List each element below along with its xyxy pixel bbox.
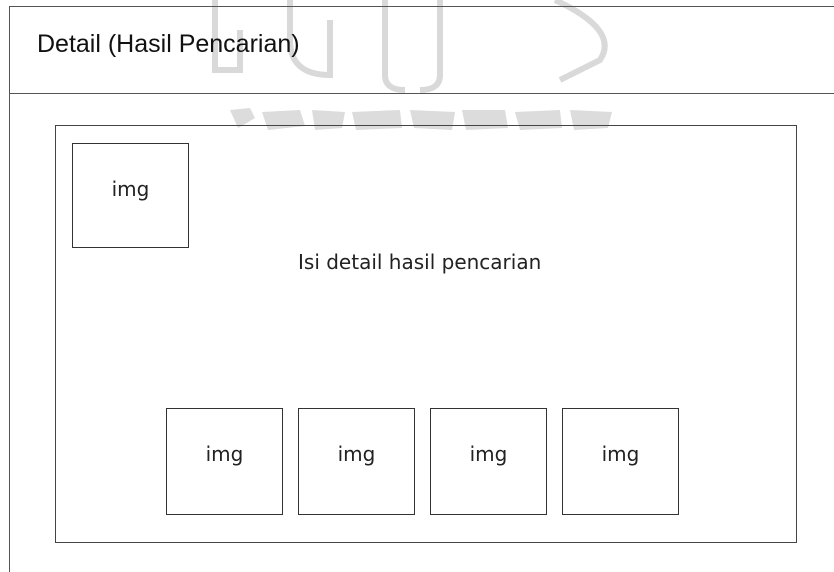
header-divider	[9, 93, 834, 94]
main-image-label: img	[111, 177, 150, 201]
thumbnail-label: img	[469, 442, 508, 466]
thumbnail-image-1[interactable]: img	[166, 408, 283, 515]
main-image-placeholder[interactable]: img	[72, 143, 189, 248]
thumbnail-image-3[interactable]: img	[430, 408, 547, 515]
thumbnail-label: img	[205, 442, 244, 466]
thumbnail-label: img	[601, 442, 640, 466]
detail-text: Isi detail hasil pencarian	[298, 250, 542, 274]
thumbnail-label: img	[337, 442, 376, 466]
page-title: Detail (Hasil Pencarian)	[37, 30, 300, 58]
thumbnail-image-2[interactable]: img	[298, 408, 415, 515]
thumbnail-image-4[interactable]: img	[562, 408, 679, 515]
